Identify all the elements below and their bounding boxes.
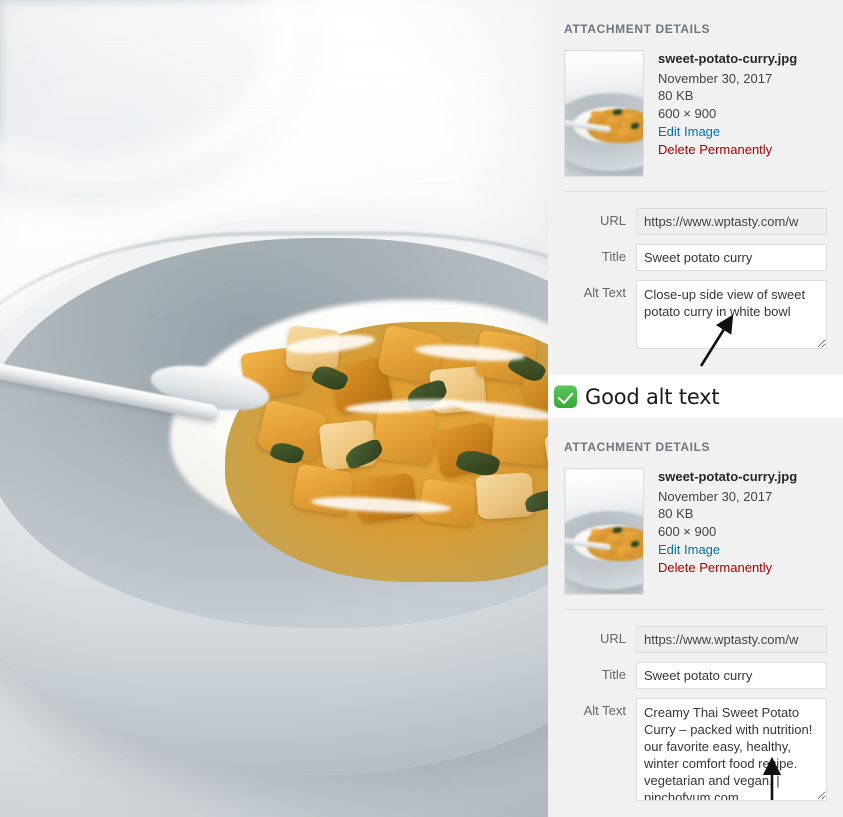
title-label: Title: [601, 667, 626, 682]
thumbnail-herb: [613, 109, 622, 115]
url-control: [636, 626, 827, 653]
thumbnail-canvas: [565, 469, 643, 594]
thumbnail-herb: [631, 123, 639, 129]
callout-good-label: Good alt text: [585, 384, 720, 409]
url-input[interactable]: [636, 208, 827, 235]
url-control: [636, 208, 827, 235]
attachment-filesize: 80 KB: [658, 88, 694, 104]
panel-header-good: ATTACHMENT DETAILS: [564, 22, 711, 36]
alt-text-control: Creamy Thai Sweet Potato Curry – packed …: [636, 698, 827, 806]
panel-header-bad: ATTACHMENT DETAILS: [564, 440, 711, 454]
curry-photo: [0, 0, 548, 817]
photo-canvas: [0, 0, 548, 817]
green-check-icon: [554, 385, 577, 408]
attachment-date: November 30, 2017: [658, 70, 773, 86]
attachment-summary-bad: sweet-potato-curry.jpg November 30, 2017…: [564, 468, 827, 595]
alt-text-textarea[interactable]: Close-up side view of sweet potato curry…: [636, 280, 827, 349]
attachment-meta-bad: sweet-potato-curry.jpg November 30, 2017…: [658, 468, 827, 595]
thumbnail-canvas: [565, 51, 643, 176]
attachment-meta-good: sweet-potato-curry.jpg November 30, 2017…: [658, 50, 827, 177]
screenshot-root: ATTACHMENT DETAILS sweet-potato-curry.jp…: [0, 0, 843, 817]
url-label: URL: [599, 213, 626, 228]
attachment-details-panel-bad: ATTACHMENT DETAILS sweet-potato-curry.jp…: [548, 418, 843, 817]
alt-text-label: Alt Text: [583, 285, 626, 300]
attachment-thumbnail-good[interactable]: [564, 50, 644, 177]
edit-image-link[interactable]: Edit Image: [658, 123, 827, 141]
thumbnail-chunk: [591, 111, 605, 123]
attachment-filesize: 80 KB: [658, 506, 694, 522]
attachment-details-panel-good: ATTACHMENT DETAILS sweet-potato-curry.jp…: [548, 0, 843, 375]
callout-good-alt-text: Good alt text: [548, 375, 843, 418]
attachment-summary-good: sweet-potato-curry.jpg November 30, 2017…: [564, 50, 827, 177]
alt-text-control: Close-up side view of sweet potato curry…: [636, 280, 827, 354]
thumbnail-haze: [565, 51, 643, 99]
title-field-row: Title: [564, 244, 827, 271]
edit-image-link[interactable]: Edit Image: [658, 541, 827, 559]
sweet-potato-chunk: [490, 411, 548, 467]
sweet-potato-chunk: [372, 406, 438, 466]
url-input[interactable]: [636, 626, 827, 653]
attachment-thumbnail-bad[interactable]: [564, 468, 644, 595]
thumbnail-haze: [565, 469, 643, 517]
sweet-potato-chunk: [475, 472, 535, 520]
alt-text-label: Alt Text: [583, 703, 626, 718]
thumbnail-herb: [613, 527, 622, 533]
attachment-dimensions: 600 × 900: [658, 524, 717, 540]
delete-permanently-link[interactable]: Delete Permanently: [658, 559, 827, 577]
alt-text-field-row: Alt Text Close-up side view of sweet pot…: [564, 280, 827, 354]
alt-text-textarea[interactable]: Creamy Thai Sweet Potato Curry – packed …: [636, 698, 827, 801]
thumbnail-chunk: [619, 547, 633, 558]
url-field-row: URL: [564, 208, 827, 235]
thumbnail-chunk: [591, 529, 605, 541]
attachment-details-sidebar: ATTACHMENT DETAILS sweet-potato-curry.jp…: [548, 0, 843, 817]
attachment-dimensions: 600 × 900: [658, 106, 717, 122]
url-label: URL: [599, 631, 626, 646]
attachment-fields-bad: URL Title Alt Text Creamy Thai Sweet Pot…: [564, 610, 827, 806]
attachment-fields-good: URL Title Alt Text Close-up side view of…: [564, 192, 827, 354]
curry-mass: [225, 322, 548, 582]
thumbnail-herb: [631, 541, 639, 547]
delete-permanently-link[interactable]: Delete Permanently: [658, 141, 827, 159]
panel-spacer: [564, 363, 827, 375]
title-field-row: Title: [564, 662, 827, 689]
alt-text-field-row: Alt Text Creamy Thai Sweet Potato Curry …: [564, 698, 827, 806]
url-field-row: URL: [564, 626, 827, 653]
title-input[interactable]: [636, 244, 827, 271]
attachment-filename: sweet-potato-curry.jpg: [658, 51, 798, 66]
title-label: Title: [601, 249, 626, 264]
attachment-date: November 30, 2017: [658, 488, 773, 504]
title-input[interactable]: [636, 662, 827, 689]
attachment-filename: sweet-potato-curry.jpg: [658, 469, 798, 484]
title-control: [636, 662, 827, 689]
title-control: [636, 244, 827, 271]
thumbnail-chunk: [619, 129, 633, 140]
